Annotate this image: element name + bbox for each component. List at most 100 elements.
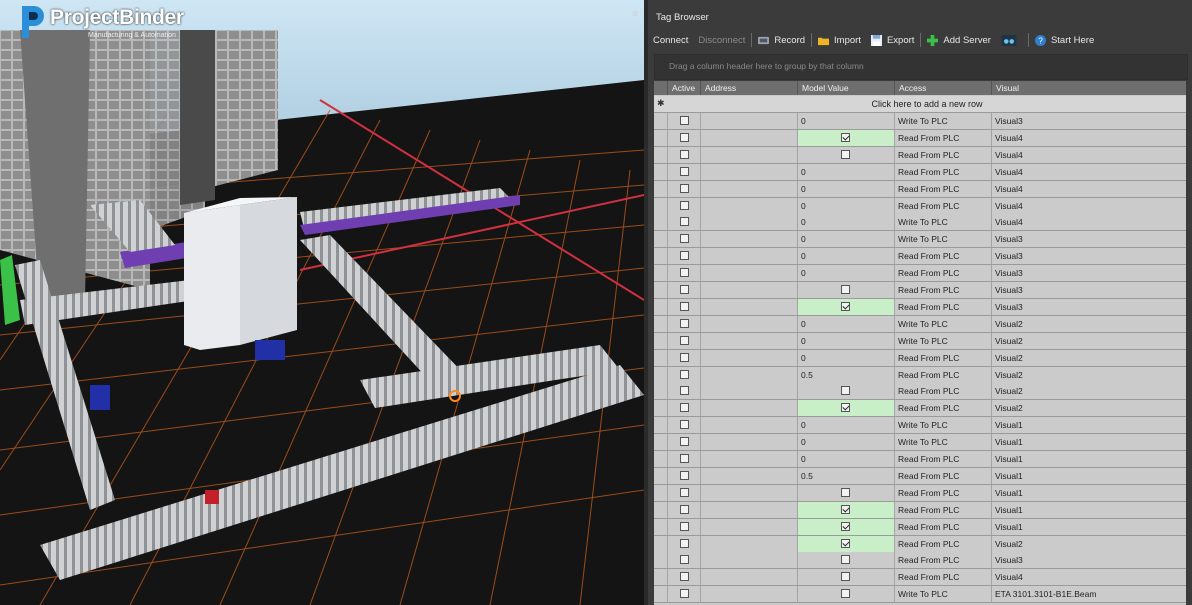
table-row[interactable]: Read From PLC Visual3 <box>654 282 1186 299</box>
table-row[interactable]: 0 Read From PLC Visual3 <box>654 248 1186 266</box>
table-row[interactable]: 0 Write To PLC Visual1 <box>654 417 1186 435</box>
active-checkbox[interactable] <box>680 369 689 379</box>
table-row[interactable]: Write To PLC ETA 3101.3101-B1E.Beam <box>654 586 1186 604</box>
active-checkbox[interactable] <box>680 301 689 311</box>
model-value-checkbox[interactable] <box>841 572 850 582</box>
row-gutter[interactable] <box>654 451 668 467</box>
visual-cell[interactable]: Visual1 <box>992 468 1186 484</box>
model-value-checkbox[interactable] <box>841 504 850 514</box>
table-row[interactable]: Read From PLC Visual1 <box>654 484 1186 502</box>
address-cell[interactable] <box>701 467 798 484</box>
access-cell[interactable]: Write To PLC <box>895 214 992 231</box>
row-gutter[interactable] <box>654 467 668 484</box>
active-checkbox[interactable] <box>680 335 689 345</box>
add-server-button[interactable]: Add Server <box>922 30 996 50</box>
active-checkbox[interactable] <box>680 149 689 159</box>
address-cell[interactable] <box>701 180 798 197</box>
active-cell[interactable] <box>668 569 701 586</box>
model-value-cell[interactable] <box>798 586 895 603</box>
active-cell[interactable] <box>668 400 701 417</box>
active-cell[interactable] <box>668 231 701 248</box>
row-gutter[interactable] <box>654 265 668 282</box>
model-value-cell[interactable]: 0 <box>798 231 895 248</box>
model-value-cell[interactable] <box>798 298 895 315</box>
model-value-cell[interactable]: 0 <box>798 265 895 282</box>
active-checkbox[interactable] <box>680 285 689 294</box>
row-gutter[interactable] <box>654 484 668 501</box>
visual-cell[interactable]: Visual3 <box>992 231 1186 247</box>
active-cell[interactable] <box>668 214 701 231</box>
access-cell[interactable]: Read From PLC <box>895 518 992 535</box>
visual-cell[interactable]: Visual1 <box>992 434 1186 450</box>
visual-cell[interactable]: Visual4 <box>992 214 1186 230</box>
active-cell[interactable] <box>668 282 701 298</box>
table-row[interactable]: Read From PLC Visual4 <box>654 146 1186 164</box>
model-value-cell[interactable]: 0 <box>798 349 895 366</box>
active-checkbox[interactable] <box>680 116 689 125</box>
active-cell[interactable] <box>668 298 701 315</box>
table-row[interactable]: Read From PLC Visual2 <box>654 383 1186 401</box>
row-gutter[interactable] <box>654 417 668 434</box>
visual-cell[interactable]: Visual2 <box>992 333 1186 349</box>
table-row[interactable]: 0 Write To PLC Visual2 <box>654 332 1186 350</box>
table-row[interactable]: 0 Read From PLC Visual2 <box>654 349 1186 367</box>
access-cell[interactable]: Read From PLC <box>895 501 992 518</box>
visual-cell[interactable]: Visual1 <box>992 417 1186 433</box>
address-cell[interactable] <box>701 332 798 349</box>
table-row[interactable]: Read From PLC Visual3 <box>654 552 1186 570</box>
active-cell[interactable] <box>668 366 701 383</box>
access-cell[interactable]: Read From PLC <box>895 569 992 586</box>
view-toggle-button[interactable] <box>996 30 1027 50</box>
address-cell[interactable] <box>701 383 798 400</box>
access-cell[interactable]: Read From PLC <box>895 248 992 265</box>
active-checkbox[interactable] <box>680 251 689 261</box>
active-checkbox[interactable] <box>680 386 689 396</box>
table-row[interactable]: Read From PLC Visual3 <box>654 298 1186 316</box>
model-value-checkbox[interactable] <box>841 301 850 311</box>
active-checkbox[interactable] <box>680 555 689 565</box>
access-cell[interactable]: Write To PLC <box>895 231 992 248</box>
visual-cell[interactable]: Visual4 <box>992 569 1186 585</box>
access-cell[interactable]: Read From PLC <box>895 146 992 163</box>
active-checkbox[interactable] <box>680 420 689 430</box>
access-cell[interactable]: Read From PLC <box>895 552 992 569</box>
model-value-checkbox[interactable] <box>841 555 850 565</box>
address-cell[interactable] <box>701 518 798 535</box>
active-checkbox[interactable] <box>680 403 689 413</box>
active-cell[interactable] <box>668 146 701 163</box>
row-gutter[interactable] <box>654 383 668 400</box>
address-cell[interactable] <box>701 552 798 569</box>
row-gutter[interactable] <box>654 214 668 231</box>
table-row[interactable]: Read From PLC Visual1 <box>654 518 1186 536</box>
model-value-cell[interactable] <box>798 535 895 552</box>
address-cell[interactable] <box>701 535 798 552</box>
visual-cell[interactable]: Visual3 <box>992 248 1186 264</box>
visual-cell[interactable]: Visual1 <box>992 485 1186 501</box>
table-row[interactable]: 0 Read From PLC Visual4 <box>654 180 1186 198</box>
visual-cell[interactable]: ETA 3101.3101-B1E.Beam <box>992 586 1186 602</box>
add-new-row[interactable]: ✱ Click here to add a new row <box>654 96 1186 113</box>
warehouse-3d-scene[interactable] <box>0 0 644 605</box>
active-checkbox[interactable] <box>680 234 689 244</box>
access-cell[interactable]: Read From PLC <box>895 451 992 467</box>
column-header-access[interactable]: Access <box>895 81 992 95</box>
row-gutter[interactable] <box>654 434 668 451</box>
visual-cell[interactable]: Visual2 <box>992 350 1186 366</box>
model-value-cell[interactable] <box>798 569 895 586</box>
model-value-cell[interactable]: 0 <box>798 315 895 332</box>
address-cell[interactable] <box>701 113 798 129</box>
active-checkbox[interactable] <box>680 200 689 210</box>
visual-cell[interactable]: Visual1 <box>992 451 1186 467</box>
model-value-cell[interactable]: 0 <box>798 197 895 214</box>
active-cell[interactable] <box>668 163 701 180</box>
active-checkbox[interactable] <box>680 504 689 514</box>
visual-cell[interactable]: Visual4 <box>992 198 1186 214</box>
access-cell[interactable]: Read From PLC <box>895 366 992 383</box>
visual-cell[interactable]: Visual2 <box>992 536 1186 552</box>
table-row[interactable]: Read From PLC Visual4 <box>654 129 1186 147</box>
address-cell[interactable] <box>701 197 798 214</box>
model-value-checkbox[interactable] <box>841 487 850 497</box>
row-gutter[interactable] <box>654 518 668 535</box>
model-value-cell[interactable] <box>798 552 895 569</box>
model-value-cell[interactable] <box>798 518 895 535</box>
